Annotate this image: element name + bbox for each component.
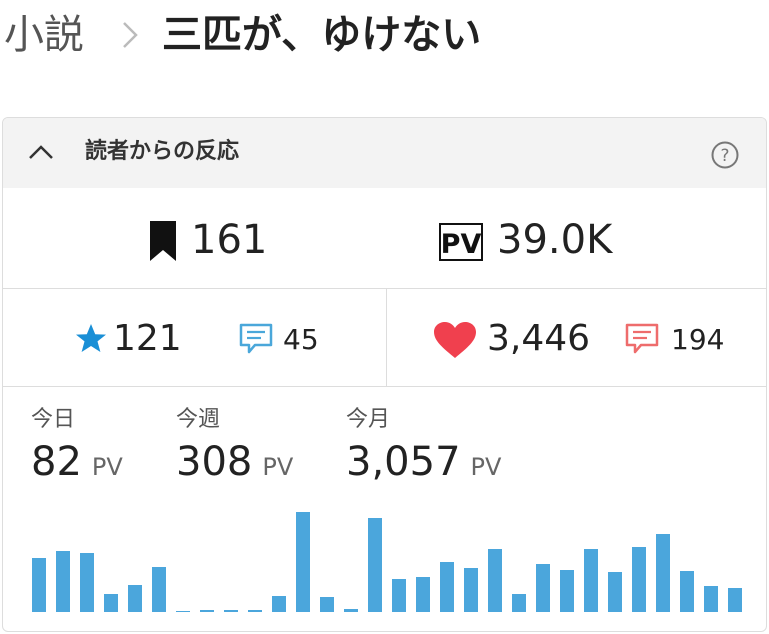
stat-today: 今日 82 PV	[31, 405, 123, 495]
stat-value: 3,057	[346, 439, 461, 485]
pv-icon-label: PV	[441, 229, 482, 260]
chart-bar	[440, 562, 454, 612]
ratings-row: 121 45 3,446 194	[3, 289, 766, 387]
chart-bar	[608, 572, 622, 612]
chart-bar	[536, 564, 550, 612]
star-count: 121	[113, 318, 182, 359]
chart-bar	[704, 586, 718, 612]
pv-icon: PV	[439, 223, 483, 261]
stat-this-month: 今月 3,057 PV	[346, 405, 501, 495]
stat-label: 今日	[31, 407, 76, 432]
stat-value: 82	[31, 439, 82, 485]
chart-bar	[248, 610, 262, 612]
heart-count: 3,446	[487, 318, 591, 359]
breadcrumb-parent-link[interactable]: 小説	[4, 8, 84, 62]
daily-pv-bar-chart	[32, 512, 742, 612]
chart-bar	[392, 579, 406, 612]
chart-bar	[416, 577, 430, 612]
chart-bar	[32, 558, 46, 612]
pv-stats: 今日 82 PV 今週 308 PV 今月 3,057 PV	[3, 387, 766, 487]
chevron-right-icon	[123, 22, 138, 48]
chart-bar	[320, 597, 334, 612]
chart-bar	[488, 549, 502, 612]
chart-bar	[296, 512, 310, 612]
chart-bar	[176, 611, 190, 612]
panel-header[interactable]: 読者からの反応 ?	[3, 118, 766, 188]
chart-bar	[464, 568, 478, 612]
chart-bar	[272, 596, 286, 612]
stat-unit: PV	[470, 453, 502, 481]
breadcrumb: 小説 三匹が、ゆけない	[0, 0, 769, 80]
chart-bar	[152, 567, 166, 612]
chevron-up-icon[interactable]	[25, 136, 57, 168]
comment-icon[interactable]	[625, 323, 659, 355]
chart-bar	[56, 551, 70, 612]
stat-value: 308	[176, 439, 253, 485]
totals-row: 161 PV 39.0K	[3, 188, 766, 289]
chart-bar	[560, 570, 574, 612]
page-title: 三匹が、ゆけない	[162, 12, 482, 58]
reader-reactions-panel: 読者からの反応 ? 161 PV 39.0K 121 45 3,446 194 …	[2, 117, 767, 632]
chart-bar	[656, 534, 670, 612]
bookmark-count: 161	[191, 217, 268, 263]
pv-total: 39.0K	[497, 217, 613, 263]
chart-bar	[200, 610, 214, 612]
chart-bar	[728, 588, 742, 612]
chart-bar	[128, 585, 142, 612]
stat-unit: PV	[91, 453, 123, 481]
chart-bar	[344, 609, 358, 612]
stat-label: 今週	[176, 407, 221, 432]
chart-bar	[80, 553, 94, 612]
divider	[386, 289, 387, 386]
help-symbol: ?	[720, 146, 729, 166]
bookmark-icon	[150, 221, 176, 261]
chart-bar	[224, 610, 238, 612]
chart-bar	[680, 571, 694, 612]
chart-bar	[632, 547, 646, 612]
chart-bar	[584, 549, 598, 612]
heart-icon	[434, 322, 476, 358]
panel-title: 読者からの反応	[85, 139, 240, 164]
stat-this-week: 今週 308 PV	[176, 405, 293, 495]
stat-label: 今月	[346, 407, 391, 432]
chart-bar	[104, 594, 118, 612]
comment-icon[interactable]	[239, 323, 273, 355]
question-circle-icon[interactable]: ?	[711, 141, 739, 169]
chart-bar	[512, 594, 526, 612]
stat-unit: PV	[262, 453, 294, 481]
chart-bar	[368, 518, 382, 612]
star-comment-count[interactable]: 45	[283, 321, 319, 359]
heart-comment-count[interactable]: 194	[671, 321, 724, 359]
star-icon	[76, 324, 106, 352]
